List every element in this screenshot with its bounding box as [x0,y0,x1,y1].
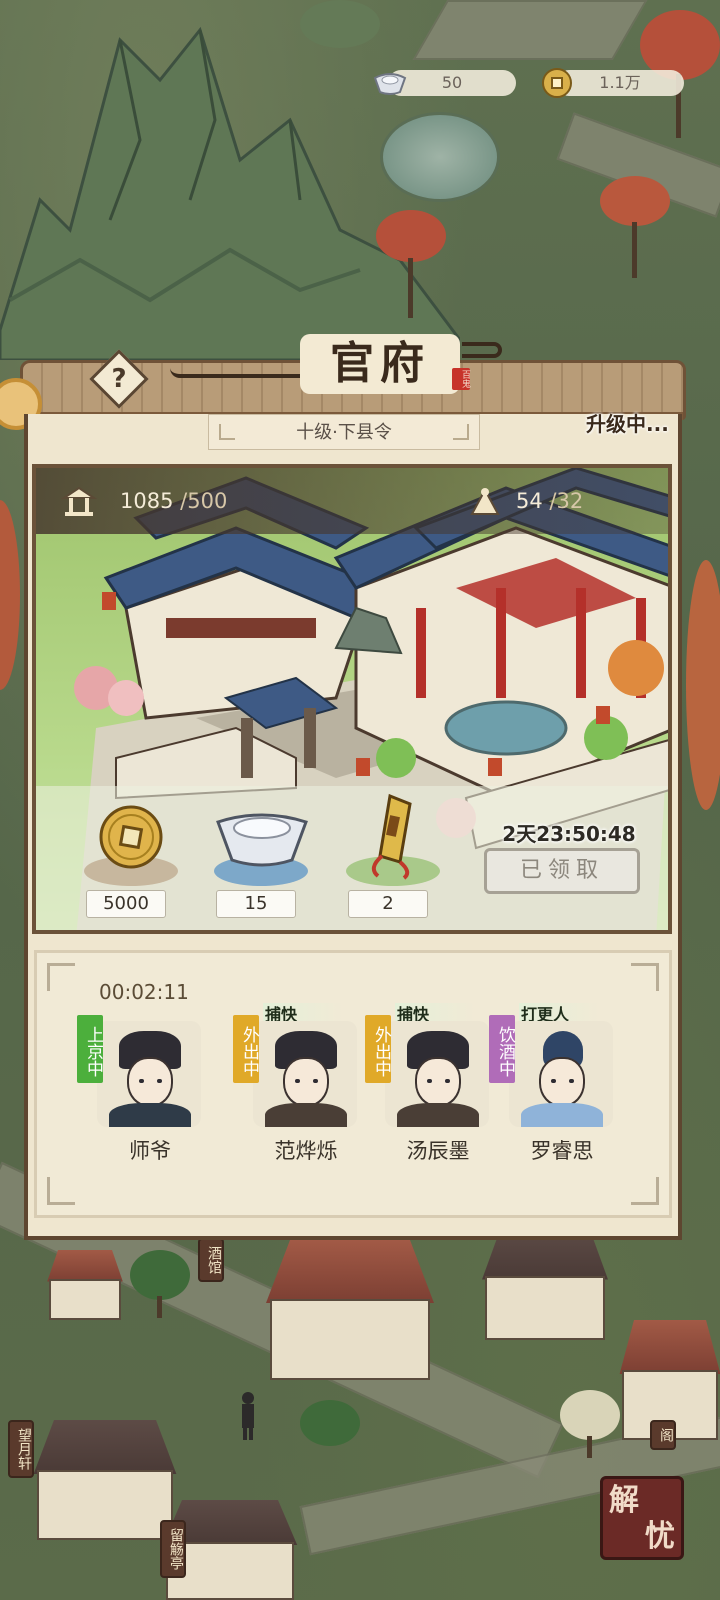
cloud-ornament-right [462,342,502,358]
population-max: /32 [549,489,584,513]
silver-ingot-icon [373,73,407,95]
population-current: 54 [516,489,543,513]
question-icon: ? [111,364,127,394]
corner-ornament [631,1177,659,1205]
reward-silver-ingot[interactable]: 15 [206,804,316,920]
official-name: 罗睿思 [530,1139,594,1163]
cloud-ornament-left [170,356,300,378]
reward-copper-coin[interactable]: 5000 [76,804,186,920]
corner-ornament [47,963,75,991]
official-portrait [385,1021,489,1127]
officials-section: 00:02:11 上京中 师爷 捕快 外出中 范烨烁 捕快 外出中 汤辰墨 打更… [34,950,672,1218]
pine-tree [300,1400,360,1460]
liushang-pavilion-sign[interactable]: 留觞亭 [160,1520,186,1578]
office-scene[interactable]: 1085 /500 54 /32 5000 15 2 2天23:50:48 已领… [32,464,672,934]
official-portrait [97,1021,201,1127]
rank-label: 十级·下县令 [208,414,480,450]
copper-counter[interactable]: 1.1万 [540,66,686,100]
corner-ornament [631,963,659,991]
prosperity-stat: 1085 /500 [120,482,270,520]
official-name: 师爷 [129,1139,171,1163]
copper-coin-icon [542,68,572,98]
stone-road [412,0,648,60]
official-status-tag: 饮酒中 [489,1015,515,1083]
population-stat: 54 /32 [516,482,636,520]
panel-title: 官府 [300,334,460,394]
maple-tree [600,176,670,280]
official-card[interactable]: 捕快 外出中 汤辰墨 [365,1003,493,1175]
jieyou-seal-button[interactable]: 解 忧 [600,1476,684,1560]
pine-tree [300,0,380,60]
token-plaque-icon [371,793,412,880]
official-status-tag: 外出中 [233,1015,259,1083]
silver-ingot-icon [216,813,308,867]
silver-counter[interactable]: 50 [372,66,518,100]
copper-coin-icon [99,805,163,869]
official-card[interactable]: 打更人 饮酒中 罗睿思 [489,1003,617,1175]
maple-tree [0,500,20,700]
reward-timer: 2天23:50:48 [502,822,636,846]
prosperity-max: /500 [180,489,228,513]
pavilion-icon [60,486,98,516]
reward-token-plaque[interactable]: 2 [338,793,448,920]
title-seal-stamp: 百鬼 [452,368,470,390]
official-countdown: 00:02:11 [99,980,189,1004]
official-card[interactable]: 上京中 师爷 [77,1015,205,1175]
seal-char-top: 解 [609,1483,639,1518]
maple-tree [376,210,446,320]
prosperity-current: 1085 [120,489,174,513]
official-name: 汤辰墨 [406,1139,470,1163]
market-stall [40,1250,130,1320]
official-status-tag: 外出中 [365,1015,391,1083]
pavilion-sign[interactable]: 阁 [650,1420,676,1450]
official-portrait [509,1021,613,1127]
maple-tree [686,560,720,820]
pine-tree [130,1250,190,1320]
seal-char-bottom: 忧 [645,1519,675,1554]
corner-ornament [47,1177,75,1205]
government-office-panel: ? 官府 百鬼 十级·下县令 升级中... 1085 /500 54 /32 5… [0,334,686,1240]
tavern-sign[interactable]: 酒馆 [198,1238,224,1282]
official-status-tag: 上京中 [77,1015,103,1083]
reward-token-qty: 2 [348,890,428,918]
town-house [470,1230,620,1340]
pond [380,112,500,202]
official-name: 范烨烁 [274,1139,338,1163]
claim-button[interactable]: 已领取 [484,848,640,894]
reward-copper-qty: 5000 [86,890,166,918]
blossom-tree [560,1390,620,1460]
rice-pile-icon [470,487,500,515]
wangyue-pavilion-sign[interactable]: 望月轩 [8,1420,34,1478]
townsperson-figure[interactable] [238,1392,258,1440]
upgrade-status[interactable]: 升级中... [586,406,696,442]
panel-title-plaque: 官府 百鬼 [170,330,502,416]
official-portrait [253,1021,357,1127]
official-card[interactable]: 捕快 外出中 范烨烁 [233,1003,361,1175]
town-house [250,1240,450,1380]
reward-silver-qty: 15 [216,890,296,918]
